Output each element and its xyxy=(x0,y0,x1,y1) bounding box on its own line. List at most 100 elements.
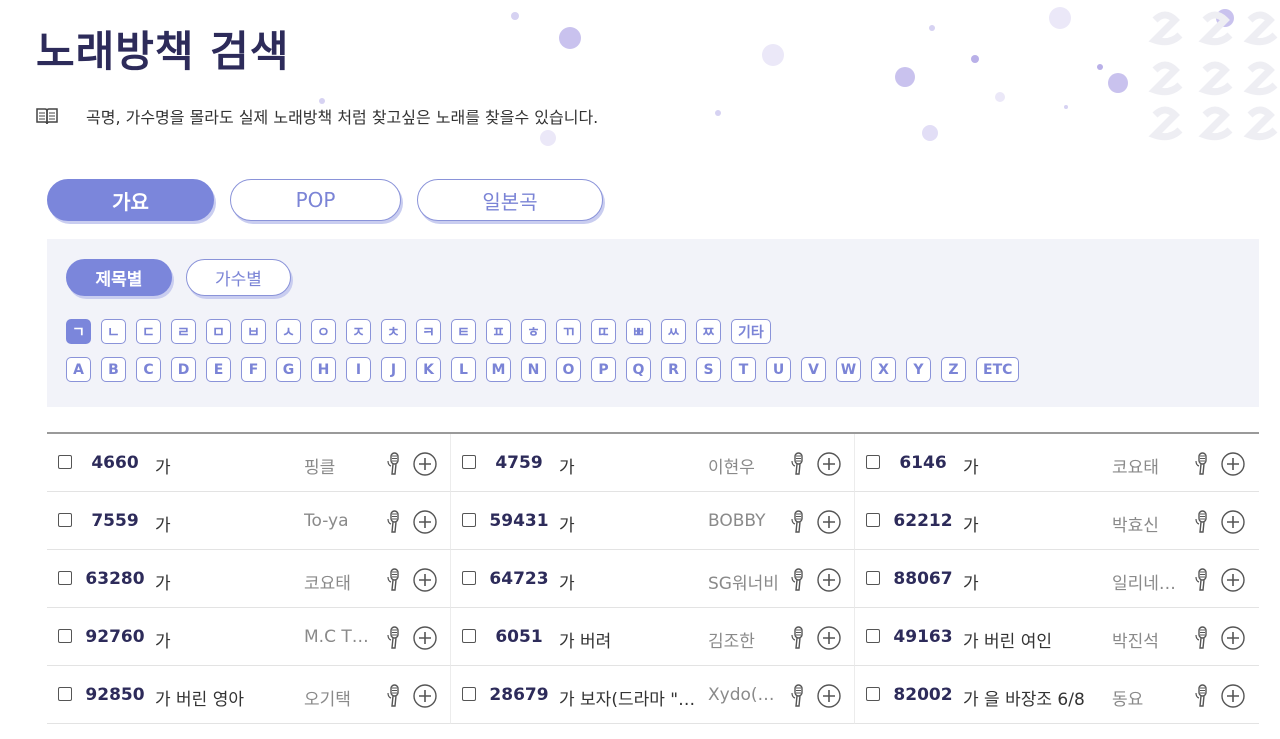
index-key[interactable]: P xyxy=(591,357,616,382)
index-key[interactable]: L xyxy=(451,357,476,382)
index-key[interactable]: Q xyxy=(626,357,651,382)
microphone-icon[interactable] xyxy=(1193,452,1211,476)
index-key[interactable]: ㅉ xyxy=(696,319,721,344)
song-singer[interactable]: Xydo(… xyxy=(708,685,782,705)
song-title[interactable]: 가 xyxy=(155,511,295,536)
plus-circle-icon[interactable] xyxy=(817,568,841,592)
microphone-icon[interactable] xyxy=(385,684,403,708)
index-key[interactable]: ㅎ xyxy=(521,319,546,344)
select-checkbox[interactable] xyxy=(866,687,880,701)
song-singer[interactable]: 박진석 xyxy=(1112,627,1186,652)
plus-circle-icon[interactable] xyxy=(1221,510,1245,534)
song-title[interactable]: 가 xyxy=(559,511,699,536)
index-key[interactable]: W xyxy=(836,357,861,382)
index-key[interactable]: 기타 xyxy=(731,319,771,344)
plus-circle-icon[interactable] xyxy=(413,452,437,476)
plus-circle-icon[interactable] xyxy=(413,626,437,650)
select-checkbox[interactable] xyxy=(58,571,72,585)
plus-circle-icon[interactable] xyxy=(817,626,841,650)
song-title[interactable]: 가 xyxy=(559,453,699,478)
song-singer[interactable]: 코요태 xyxy=(1112,453,1186,478)
index-key[interactable]: S xyxy=(696,357,721,382)
select-checkbox[interactable] xyxy=(462,571,476,585)
plus-circle-icon[interactable] xyxy=(413,568,437,592)
song-title[interactable]: 가 xyxy=(963,511,1103,536)
select-checkbox[interactable] xyxy=(462,629,476,643)
index-key[interactable]: G xyxy=(276,357,301,382)
index-key[interactable]: M xyxy=(486,357,511,382)
index-key[interactable]: Y xyxy=(906,357,931,382)
index-key[interactable]: ㅁ xyxy=(206,319,231,344)
plus-circle-icon[interactable] xyxy=(1221,568,1245,592)
microphone-icon[interactable] xyxy=(1193,684,1211,708)
song-singer[interactable]: M.C T… xyxy=(304,627,378,647)
song-title[interactable]: 가 보자(드라마 "… xyxy=(559,685,699,710)
index-key[interactable]: ㄷ xyxy=(136,319,161,344)
select-checkbox[interactable] xyxy=(866,455,880,469)
song-title[interactable]: 가 xyxy=(559,569,699,594)
song-singer[interactable]: SG워너비 xyxy=(708,569,782,594)
microphone-icon[interactable] xyxy=(789,684,807,708)
microphone-icon[interactable] xyxy=(385,452,403,476)
song-title[interactable]: 가 xyxy=(963,569,1103,594)
index-key[interactable]: J xyxy=(381,357,406,382)
plus-circle-icon[interactable] xyxy=(817,510,841,534)
index-key[interactable]: ㅂ xyxy=(241,319,266,344)
microphone-icon[interactable] xyxy=(385,626,403,650)
plus-circle-icon[interactable] xyxy=(1221,626,1245,650)
select-checkbox[interactable] xyxy=(866,513,880,527)
plus-circle-icon[interactable] xyxy=(413,684,437,708)
index-key[interactable]: T xyxy=(731,357,756,382)
song-singer[interactable]: 이현우 xyxy=(708,453,782,478)
index-key[interactable]: F xyxy=(241,357,266,382)
index-key[interactable]: ㄸ xyxy=(591,319,616,344)
select-checkbox[interactable] xyxy=(58,513,72,527)
song-title[interactable]: 가 버려 xyxy=(559,627,699,652)
index-key[interactable]: ㅅ xyxy=(276,319,301,344)
song-singer[interactable]: 일리네… xyxy=(1112,569,1186,594)
microphone-icon[interactable] xyxy=(385,568,403,592)
index-key[interactable]: ㅃ xyxy=(626,319,651,344)
plus-circle-icon[interactable] xyxy=(413,510,437,534)
song-title[interactable]: 가 을 바장조 6/8 xyxy=(963,685,1103,710)
index-key[interactable]: R xyxy=(661,357,686,382)
index-key[interactable]: ㄴ xyxy=(101,319,126,344)
index-key[interactable]: ㅈ xyxy=(346,319,371,344)
plus-circle-icon[interactable] xyxy=(817,452,841,476)
microphone-icon[interactable] xyxy=(789,626,807,650)
select-checkbox[interactable] xyxy=(462,687,476,701)
select-checkbox[interactable] xyxy=(58,629,72,643)
index-key[interactable]: ETC xyxy=(976,357,1020,382)
microphone-icon[interactable] xyxy=(385,510,403,534)
song-singer[interactable]: To-ya xyxy=(304,511,378,531)
tab-jpop[interactable]: 일본곡 xyxy=(417,179,603,221)
index-key[interactable]: D xyxy=(171,357,196,382)
select-checkbox[interactable] xyxy=(462,455,476,469)
index-key[interactable]: I xyxy=(346,357,371,382)
index-key[interactable]: X xyxy=(871,357,896,382)
song-singer[interactable]: 동요 xyxy=(1112,685,1186,710)
index-key[interactable]: ㅍ xyxy=(486,319,511,344)
index-key[interactable]: ㅋ xyxy=(416,319,441,344)
song-singer[interactable]: 핑클 xyxy=(304,453,378,478)
song-singer[interactable]: 박효신 xyxy=(1112,511,1186,536)
plus-circle-icon[interactable] xyxy=(817,684,841,708)
index-key[interactable]: H xyxy=(311,357,336,382)
index-key[interactable]: Z xyxy=(941,357,966,382)
index-key[interactable]: ㄱ xyxy=(66,319,91,344)
index-key[interactable]: N xyxy=(521,357,546,382)
song-singer[interactable]: 김조한 xyxy=(708,627,782,652)
plus-circle-icon[interactable] xyxy=(1221,452,1245,476)
tab-pop[interactable]: POP xyxy=(230,179,401,221)
song-title[interactable]: 가 버린 여인 xyxy=(963,627,1103,652)
index-key[interactable]: B xyxy=(101,357,126,382)
index-key[interactable]: ㅆ xyxy=(661,319,686,344)
index-key[interactable]: ㅇ xyxy=(311,319,336,344)
index-key[interactable]: C xyxy=(136,357,161,382)
select-checkbox[interactable] xyxy=(866,629,880,643)
index-key[interactable]: ㄹ xyxy=(171,319,196,344)
index-key[interactable]: E xyxy=(206,357,231,382)
song-title[interactable]: 가 xyxy=(155,569,295,594)
song-singer[interactable]: 코요태 xyxy=(304,569,378,594)
select-checkbox[interactable] xyxy=(58,687,72,701)
